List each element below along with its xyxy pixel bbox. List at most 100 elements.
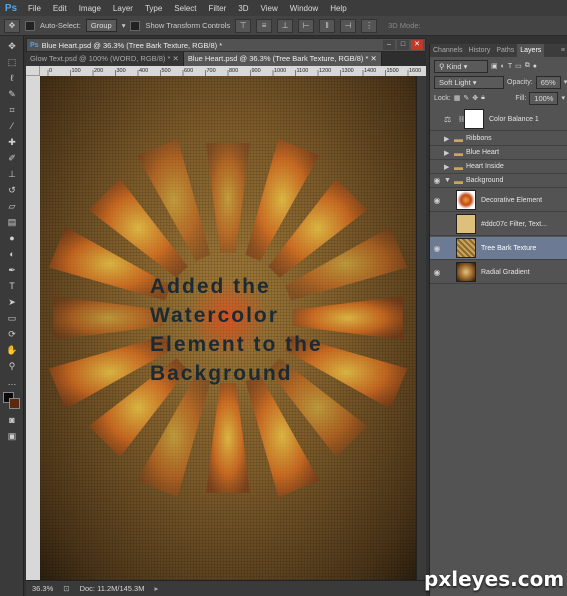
expand-arrow-icon[interactable]: ▶ [444, 135, 454, 143]
lasso-tool-icon[interactable]: ℓ [5, 72, 19, 85]
auto-select-checkbox[interactable] [25, 20, 35, 31]
zoom-tool-icon[interactable]: ⚲ [5, 360, 19, 373]
layer-thumbnail[interactable] [456, 214, 476, 234]
close-icon[interactable]: ✕ [411, 40, 423, 50]
lock-all-icon[interactable]: 🔒︎ [481, 94, 485, 102]
layer-thumbnail[interactable] [456, 190, 476, 210]
lock-move-icon[interactable]: ✥ [472, 94, 478, 102]
collapse-arrow-icon[interactable]: ▼ [444, 177, 454, 184]
clone-stamp-tool-icon[interactable]: ⊥ [5, 168, 19, 181]
ruler-horizontal[interactable]: 0 100 200 300 400 500 600 700 800 900 1000 1100 1200… [40, 66, 426, 76]
shape-tool-icon[interactable]: ▭ [5, 312, 19, 325]
pixel-filter-icon[interactable]: ▣ [491, 62, 498, 70]
align-bottom-icon[interactable]: ⊥ [277, 18, 294, 33]
layer-row-ribbons[interactable]: ▶ ▬ Ribbons [430, 132, 567, 146]
quick-select-tool-icon[interactable]: ✎ [5, 88, 19, 101]
expand-arrow-icon[interactable]: ▶ [444, 149, 454, 157]
background-color-swatch[interactable] [9, 398, 20, 409]
layer-row-blue-heart[interactable]: ▶ ▬ Blue Heart [430, 146, 567, 160]
vertical-scrollbar[interactable] [416, 76, 426, 580]
screen-mode-icon[interactable]: ▣ [5, 430, 19, 443]
crop-tool-icon[interactable]: ⌗ [5, 104, 19, 117]
panel-menu-icon[interactable]: ≡ [558, 44, 567, 57]
fill-input[interactable]: 100% [529, 91, 559, 105]
align-center-icon[interactable]: ‖ [319, 18, 336, 33]
tab-close-icon[interactable]: ✕ [371, 54, 377, 63]
layer-row-color-balance[interactable]: ⚖ ⛓ Color Balance 1 [430, 108, 567, 131]
layer-thumbnail[interactable] [456, 238, 476, 258]
menu-help[interactable]: Help [324, 4, 352, 13]
menu-select[interactable]: Select [168, 4, 202, 13]
menu-layer[interactable]: Layer [107, 4, 139, 13]
eye-icon[interactable]: ◉ [430, 268, 444, 277]
brush-tool-icon[interactable]: ✐ [5, 152, 19, 165]
3d-tool-icon[interactable]: ⟳ [5, 328, 19, 341]
filter-toggle-icon[interactable]: ● [533, 63, 537, 70]
zoom-level[interactable]: 36.3% [32, 584, 53, 593]
blend-mode-dropdown[interactable]: Soft Light ▾ [434, 75, 504, 89]
move-tool-icon[interactable]: ✥ [5, 40, 19, 53]
pen-tool-icon[interactable]: ✒ [5, 264, 19, 277]
layer-row-tree-bark-texture[interactable]: ◉ Tree Bark Texture [430, 237, 567, 260]
layer-row-radial-gradient[interactable]: ◉ Radial Gradient [430, 261, 567, 284]
tab-history[interactable]: History [466, 44, 494, 57]
tab-layers[interactable]: Layers [517, 44, 545, 57]
align-middle-icon[interactable]: ≡ [256, 18, 273, 33]
path-select-tool-icon[interactable]: ➤ [5, 296, 19, 309]
menu-image[interactable]: Image [73, 4, 107, 13]
eyedropper-tool-icon[interactable]: ⁄ [5, 120, 19, 133]
menu-type[interactable]: Type [139, 4, 168, 13]
lock-transparent-icon[interactable]: ▦ [454, 94, 461, 102]
eye-icon[interactable]: ◉ [430, 244, 444, 253]
menu-window[interactable]: Window [284, 4, 324, 13]
menu-3d[interactable]: 3D [232, 4, 254, 13]
status-icon[interactable]: ⊡ [63, 584, 69, 593]
tab-paths[interactable]: Paths [493, 44, 517, 57]
eye-icon[interactable]: ◉ [430, 196, 444, 205]
dodge-tool-icon[interactable]: ◐ [5, 248, 19, 261]
expand-arrow-icon[interactable]: ▶ [444, 163, 454, 171]
tab-blue-heart[interactable]: Blue Heart.psd @ 36.3% (Tree Bark Textur… [183, 52, 382, 66]
type-filter-icon[interactable]: T [508, 63, 512, 70]
maximize-icon[interactable]: □ [397, 40, 409, 50]
marquee-tool-icon[interactable]: ⬚ [5, 56, 19, 69]
blur-tool-icon[interactable]: ● [5, 232, 19, 245]
menu-filter[interactable]: Filter [203, 4, 233, 13]
menu-edit[interactable]: Edit [47, 4, 73, 13]
move-tool-preset-icon[interactable]: ✥ [4, 18, 20, 33]
layer-row-heart-inside[interactable]: ▶ ▬ Heart Inside [430, 160, 567, 174]
fill-dropdown-icon[interactable]: ▾ [561, 94, 565, 102]
eye-icon[interactable]: ◉ [430, 176, 444, 185]
minimize-icon[interactable]: – [383, 40, 395, 50]
document-window-titlebar[interactable]: Ps Blue Heart.psd @ 36.3% (Tree Bark Tex… [26, 38, 426, 52]
distribute-icon[interactable]: ⋮ [361, 18, 378, 33]
align-left-icon[interactable]: ⊢ [298, 18, 315, 33]
kind-filter-dropdown[interactable]: ⚲ Kind ▾ [434, 59, 488, 73]
layer-row-ddc07c-filter[interactable]: #ddc07c Filter, Text... [430, 213, 567, 236]
menu-file[interactable]: File [22, 4, 47, 13]
status-arrow-icon[interactable]: ▸ [154, 584, 158, 593]
quick-mask-icon[interactable]: ◙ [5, 414, 19, 427]
tab-close-icon[interactable]: ✕ [173, 54, 179, 63]
hand-tool-icon[interactable]: ✋ [5, 344, 19, 357]
history-brush-tool-icon[interactable]: ↺ [5, 184, 19, 197]
ruler-origin[interactable] [26, 66, 40, 76]
adjustment-filter-icon[interactable]: ◐ [501, 63, 505, 70]
type-tool-icon[interactable]: T [5, 280, 19, 293]
show-transform-checkbox[interactable] [130, 20, 141, 31]
document-canvas[interactable]: Added the Watercolor Element to the Back… [40, 76, 416, 580]
align-right-icon[interactable]: ⊣ [340, 18, 357, 33]
shape-filter-icon[interactable]: ▭ [515, 62, 522, 70]
eraser-tool-icon[interactable]: ▱ [5, 200, 19, 213]
opacity-input[interactable]: 65% [535, 75, 561, 89]
healing-tool-icon[interactable]: ✚ [5, 136, 19, 149]
gradient-tool-icon[interactable]: ▤ [5, 216, 19, 229]
align-top-icon[interactable]: ⊤ [235, 18, 252, 33]
ruler-vertical[interactable] [26, 76, 40, 580]
layer-row-background-group[interactable]: ◉ ▼ ▬ Background [430, 174, 567, 188]
layer-thumbnail[interactable] [456, 262, 476, 282]
auto-select-dropdown[interactable]: Group [85, 19, 117, 32]
more-tools-icon[interactable]: … [5, 376, 19, 389]
layer-mask-thumbnail[interactable] [464, 109, 484, 129]
smart-filter-icon[interactable]: ⧉ [525, 62, 530, 70]
